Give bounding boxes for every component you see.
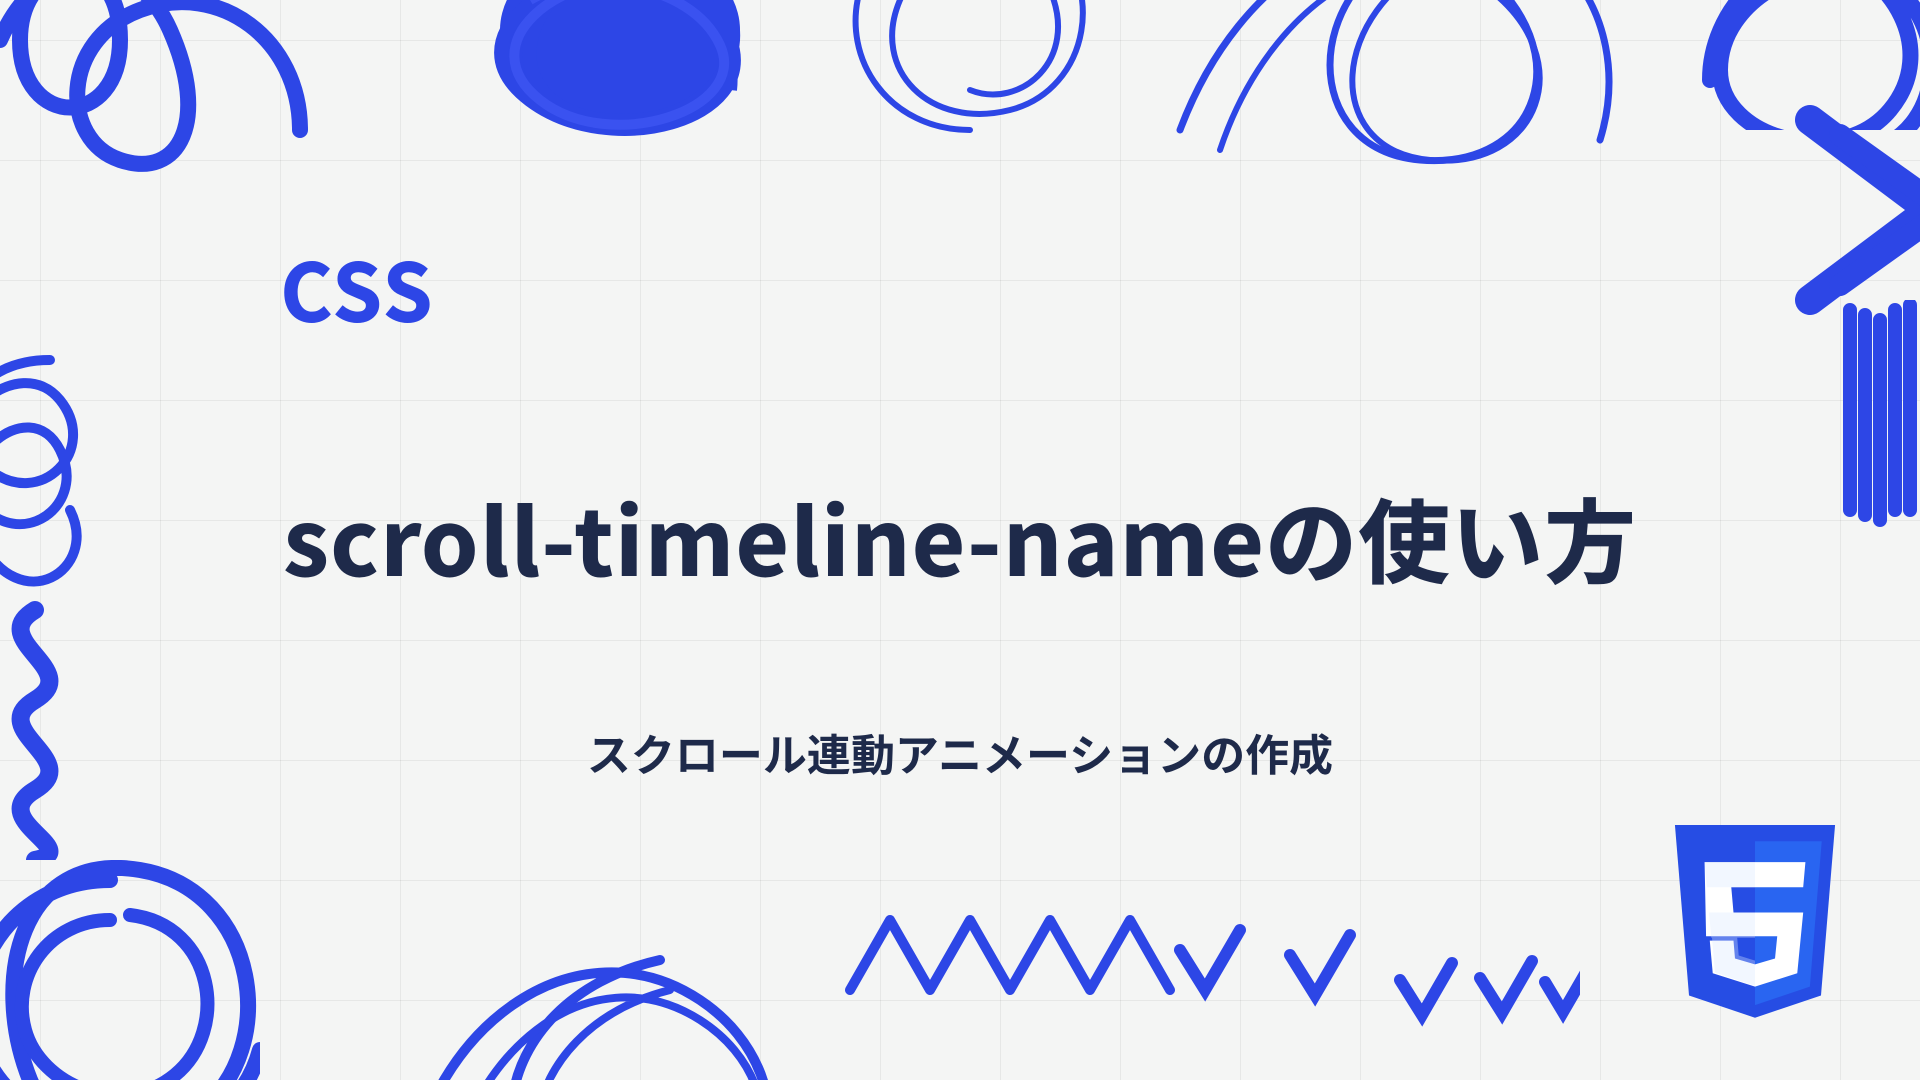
- page-title: scroll-timeline-nameの使い方: [0, 470, 1920, 603]
- category-label: CSS: [280, 230, 435, 346]
- page-subtitle: スクロール連動アニメーションの作成: [0, 720, 1920, 784]
- slide-content: CSS scroll-timeline-nameの使い方 スクロール連動アニメー…: [0, 0, 1920, 1080]
- css3-logo-icon: [1660, 825, 1850, 1040]
